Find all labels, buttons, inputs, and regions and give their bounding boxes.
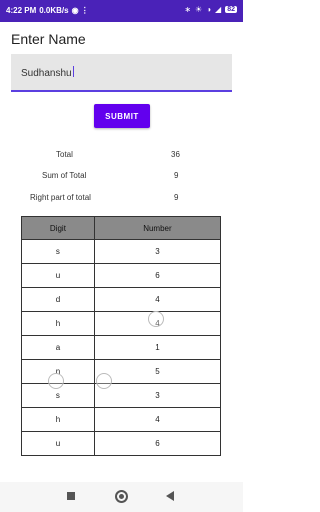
table-row: d4 bbox=[21, 287, 222, 312]
status-speed: 0.0KB/s bbox=[39, 6, 69, 15]
touch-indicator bbox=[148, 311, 164, 327]
digit-cell: d bbox=[21, 287, 95, 312]
digit-table: Digit Number s3 u6 d4 h4 a1 n5 s3 h4 u6 bbox=[21, 216, 222, 456]
number-cell: 3 bbox=[93, 239, 222, 264]
home-icon[interactable] bbox=[115, 490, 128, 503]
name-input[interactable]: Sudhanshu bbox=[11, 54, 232, 92]
number-cell: 4 bbox=[93, 407, 222, 432]
sum-label: Sum of Total bbox=[42, 171, 87, 180]
bluetooth-icon: ∗ bbox=[184, 5, 192, 14]
number-cell: 5 bbox=[93, 359, 222, 384]
signal-icon: ◢ bbox=[215, 5, 222, 14]
table-row: h4 bbox=[21, 311, 222, 336]
wifi-icon: ◑ bbox=[206, 5, 212, 14]
sum-value: 9 bbox=[174, 171, 179, 180]
digit-cell: h bbox=[21, 407, 95, 432]
vpn-icon: ◉ ⋮ bbox=[71, 6, 89, 15]
status-bar: 4:22 PM 0.0KB/s ◉ ⋮ ∗ ☀ ◑ ◢ 82 bbox=[0, 0, 243, 22]
digit-cell: u bbox=[21, 431, 95, 456]
battery-icon: 82 bbox=[225, 6, 237, 13]
navigation-bar bbox=[0, 482, 243, 512]
number-cell: 4 bbox=[93, 287, 222, 312]
status-time: 4:22 PM bbox=[6, 6, 37, 15]
page-title: Enter Name bbox=[11, 31, 86, 47]
name-value: Sudhanshu bbox=[21, 68, 72, 79]
table-row: h4 bbox=[21, 407, 222, 432]
table-row: a1 bbox=[21, 335, 222, 360]
table-row: u6 bbox=[21, 263, 222, 288]
touch-indicator bbox=[48, 373, 64, 389]
total-label: Total bbox=[56, 150, 73, 159]
back-icon[interactable] bbox=[166, 491, 174, 501]
number-cell: 1 bbox=[93, 335, 222, 360]
right-part-label: Right part of total bbox=[30, 193, 91, 202]
digit-cell: a bbox=[21, 335, 95, 360]
digit-cell: h bbox=[21, 311, 95, 336]
table-row: u6 bbox=[21, 431, 222, 456]
submit-button[interactable]: SUBMIT bbox=[94, 104, 150, 128]
mute-icon: ☀ bbox=[195, 5, 203, 14]
number-cell: 3 bbox=[93, 383, 222, 408]
number-cell: 6 bbox=[93, 431, 222, 456]
touch-indicator bbox=[96, 373, 112, 389]
digit-cell: u bbox=[21, 263, 95, 288]
table-header-row: Digit Number bbox=[21, 216, 222, 240]
header-digit: Digit bbox=[21, 216, 95, 240]
total-value: 36 bbox=[171, 150, 180, 159]
header-number: Number bbox=[93, 216, 222, 240]
text-caret bbox=[72, 66, 74, 77]
right-part-value: 9 bbox=[174, 193, 179, 202]
digit-cell: s bbox=[21, 239, 95, 264]
table-row: s3 bbox=[21, 239, 222, 264]
recent-apps-icon[interactable] bbox=[67, 492, 75, 500]
number-cell: 6 bbox=[93, 263, 222, 288]
